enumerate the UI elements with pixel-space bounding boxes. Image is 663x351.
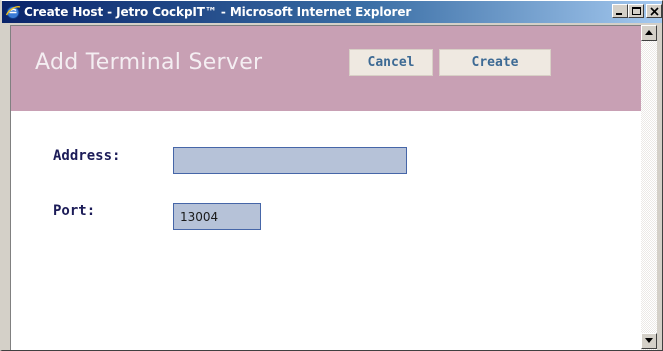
window-controls xyxy=(612,4,662,18)
create-button[interactable]: Create xyxy=(439,49,551,76)
window-frame-edge xyxy=(657,23,662,350)
maximize-icon[interactable] xyxy=(628,4,644,18)
title-bar[interactable]: Create Host - Jetro CockpIT™ - Microsoft… xyxy=(2,1,662,23)
address-label: Address: xyxy=(53,148,121,164)
window-title: Create Host - Jetro CockpIT™ - Microsoft… xyxy=(24,5,412,19)
address-field[interactable] xyxy=(173,147,407,174)
page-content: Add Terminal Server Cancel Create Addres… xyxy=(10,25,641,350)
vertical-scrollbar[interactable] xyxy=(641,25,657,350)
minimize-icon[interactable] xyxy=(612,4,628,18)
scroll-up-icon[interactable] xyxy=(641,25,657,41)
scroll-down-icon[interactable] xyxy=(641,333,657,349)
close-icon[interactable] xyxy=(646,4,662,18)
cancel-button[interactable]: Cancel xyxy=(349,49,433,76)
ie-icon xyxy=(5,4,21,20)
port-field[interactable] xyxy=(173,203,261,230)
browser-window: Create Host - Jetro CockpIT™ - Microsoft… xyxy=(0,0,663,351)
page-header: Add Terminal Server Cancel Create xyxy=(11,26,641,111)
port-label: Port: xyxy=(53,203,96,219)
page-title: Add Terminal Server xyxy=(35,50,263,75)
